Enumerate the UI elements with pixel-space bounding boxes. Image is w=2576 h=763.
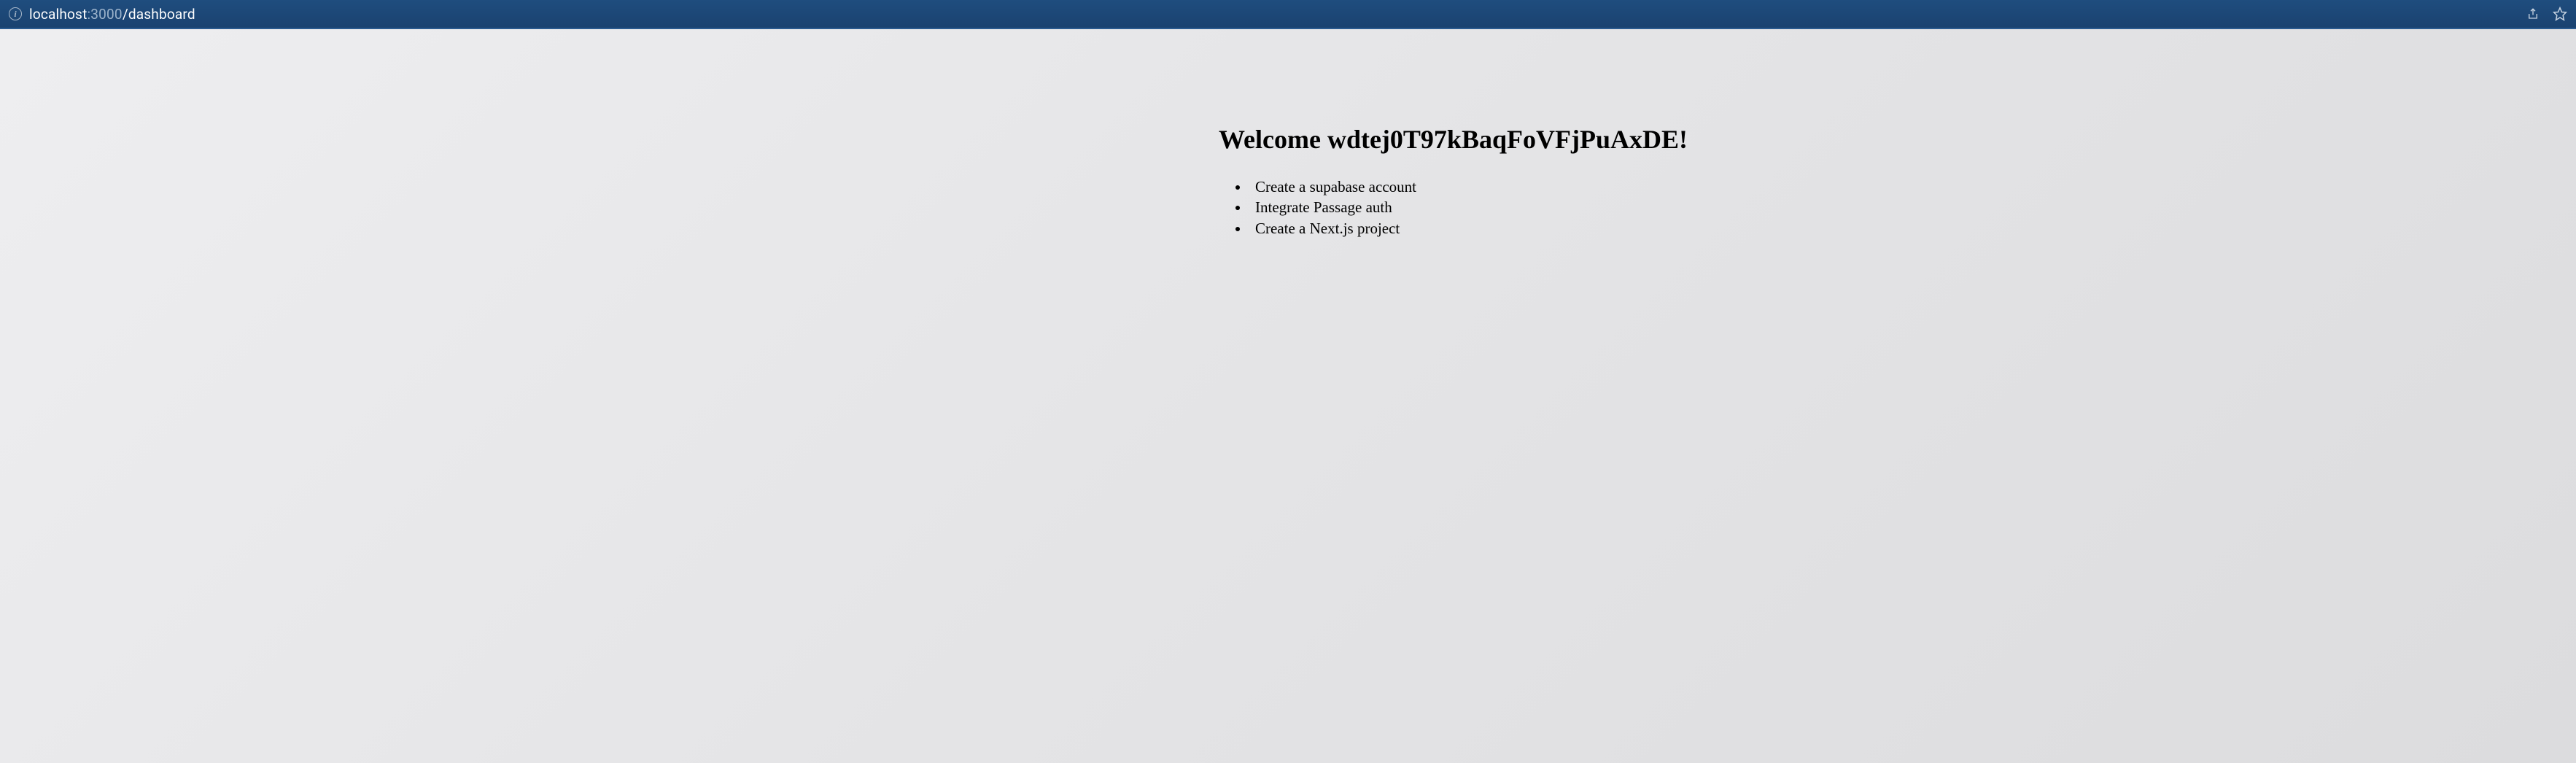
browser-address-bar: i localhost:3000/dashboard [0,0,2576,29]
site-info-icon[interactable]: i [9,7,22,20]
share-icon[interactable] [2526,7,2540,21]
todo-list: Create a supabase account Integrate Pass… [1219,177,1689,239]
url-host: localhost [29,6,87,23]
url-path: /dashboard [123,6,195,23]
list-item: Create a supabase account [1249,177,1689,197]
url-port: :3000 [87,6,122,23]
content-container: Welcome wdtej0T97kBaqFoVFjPuAxDE! Create… [887,124,1689,239]
url-bar[interactable]: i localhost:3000/dashboard [9,6,2526,23]
list-item: Create a Next.js project [1249,218,1689,239]
browser-actions [2526,7,2567,21]
welcome-heading: Welcome wdtej0T97kBaqFoVFjPuAxDE! [1219,124,1689,155]
page-content: Welcome wdtej0T97kBaqFoVFjPuAxDE! Create… [0,29,2576,763]
bookmark-star-icon[interactable] [2553,7,2567,21]
list-item: Integrate Passage auth [1249,197,1689,217]
url-text: localhost:3000/dashboard [29,6,195,23]
